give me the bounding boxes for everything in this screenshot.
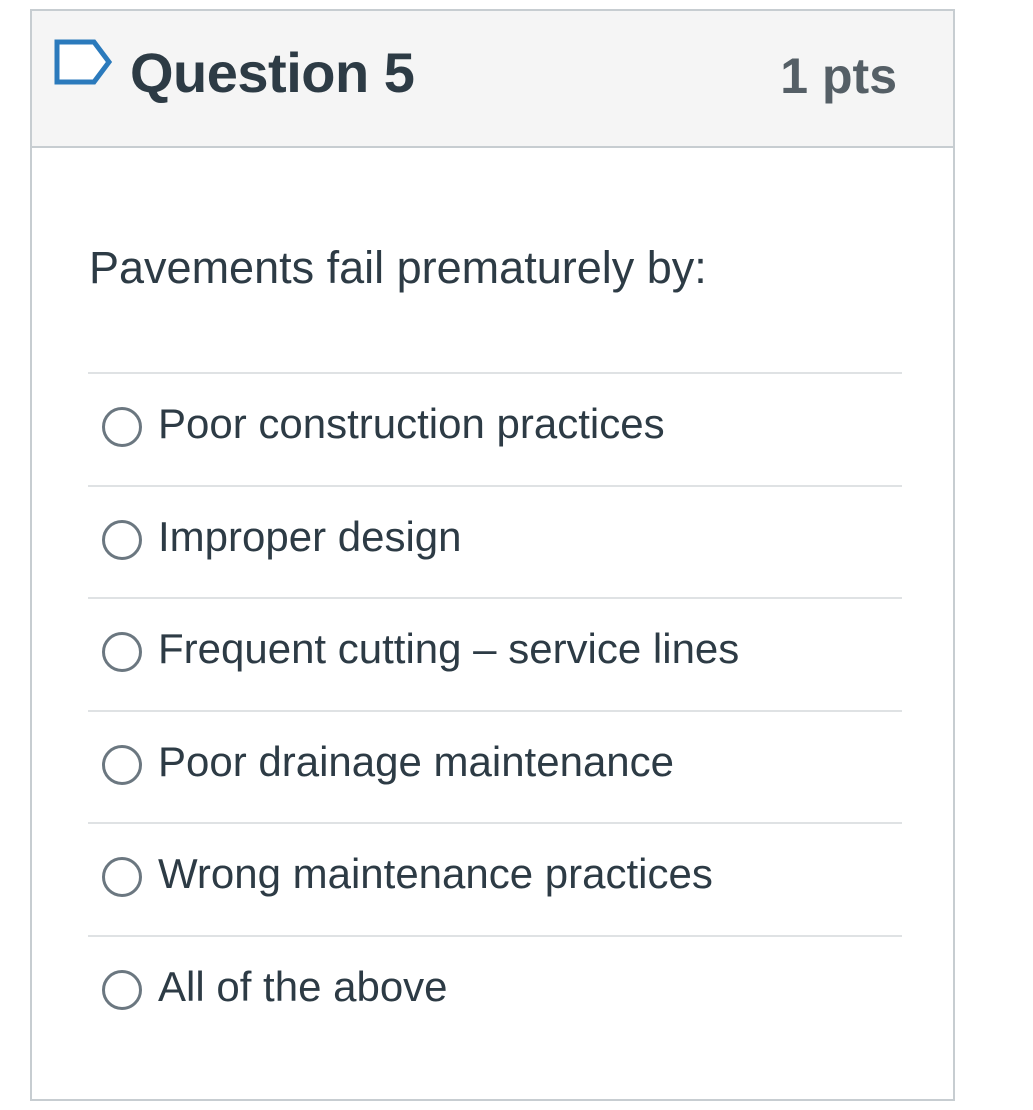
radio-button[interactable] — [102, 407, 142, 447]
answer-label[interactable]: Poor drainage maintenance — [158, 740, 674, 783]
answer-list: Poor construction practices Improper des… — [88, 372, 902, 1047]
question-header: Question 5 1 pts — [32, 11, 953, 148]
answer-option[interactable]: All of the above — [88, 934, 902, 1048]
radio-button[interactable] — [102, 969, 142, 1010]
question-card: Question 5 1 pts Pavements fail prematur… — [30, 9, 955, 1101]
answer-option[interactable]: Frequent cutting – service lines — [88, 597, 902, 710]
radio-button[interactable] — [102, 632, 142, 672]
question-title: Question 5 — [130, 41, 415, 104]
answer-label[interactable]: Wrong maintenance practices — [158, 853, 713, 895]
flag-question-icon[interactable] — [54, 39, 113, 85]
answer-label[interactable]: Poor construction practices — [158, 403, 665, 445]
question-prompt: Pavements fail prematurely by: — [89, 242, 707, 293]
answer-option[interactable]: Poor drainage maintenance — [88, 709, 902, 823]
answer-label[interactable]: All of the above — [158, 965, 448, 1008]
radio-button[interactable] — [102, 519, 142, 560]
answer-option[interactable]: Improper design — [88, 484, 902, 598]
radio-button[interactable] — [102, 744, 142, 785]
answer-option[interactable]: Poor construction practices — [88, 372, 902, 485]
answer-option[interactable]: Wrong maintenance practices — [88, 822, 902, 935]
answer-label[interactable]: Frequent cutting – service lines — [158, 628, 739, 670]
question-points: 1 pts — [780, 48, 897, 104]
answer-label[interactable]: Improper design — [158, 515, 462, 558]
radio-button[interactable] — [102, 857, 142, 897]
